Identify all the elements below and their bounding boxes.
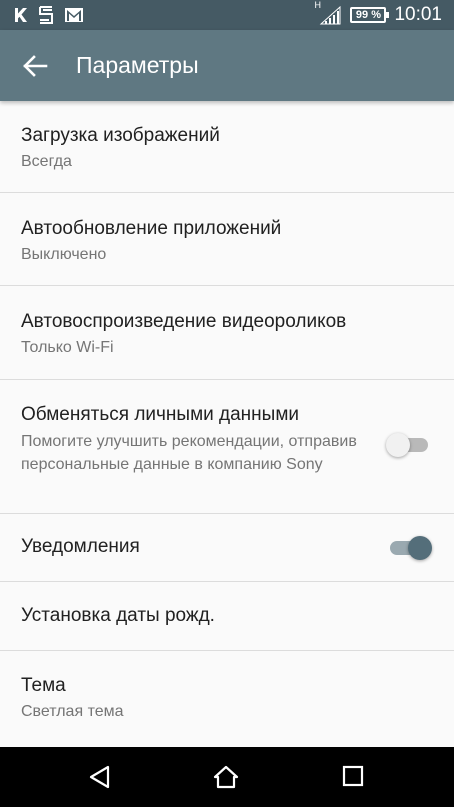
recents-icon[interactable]: [342, 765, 364, 787]
toggle-thumb: [386, 433, 410, 457]
home-icon[interactable]: [213, 765, 239, 789]
setting-subtitle: Выключено: [21, 246, 107, 263]
gmail-icon: [65, 8, 83, 22]
s-notification-icon: [39, 6, 53, 24]
status-bar: H 99 % 10:01: [0, 0, 454, 30]
setting-title: Загрузка изображений: [21, 125, 220, 146]
setting-auto-update[interactable]: Автообновление приложений Выключено: [0, 193, 454, 286]
setting-subtitle: Помогите улучшить рекомендации, отправив…: [21, 433, 357, 473]
setting-autoplay-video[interactable]: Автовоспроизведение видеороликов Только …: [0, 286, 454, 380]
toggle-thumb: [408, 536, 432, 560]
app-bar: Параметры: [0, 30, 454, 101]
status-indicators: H 99 % 10:01: [314, 0, 442, 26]
clock: 10:01: [394, 4, 442, 25]
settings-list: Загрузка изображений Всегда Автообновлен…: [0, 101, 454, 747]
setting-title: Автовоспроизведение видеороликов: [21, 311, 347, 332]
battery-icon: 99 %: [350, 7, 390, 23]
setting-title: Обменяться личными данными: [21, 404, 299, 425]
setting-title: Уведомления: [21, 536, 140, 557]
notifications-toggle[interactable]: [390, 536, 432, 560]
notification-icons: [14, 6, 84, 24]
setting-subtitle: Всегда: [21, 153, 72, 170]
setting-notifications[interactable]: Уведомления: [0, 514, 454, 582]
setting-share-data[interactable]: Обменяться личными данными Помогите улуч…: [0, 380, 454, 514]
page-title: Параметры: [76, 52, 199, 78]
setting-title: Автообновление приложений: [21, 218, 282, 239]
setting-title: Тема: [21, 675, 66, 696]
setting-subtitle: Светлая тема: [21, 703, 124, 720]
setting-birth-date[interactable]: Установка даты рожд.: [0, 582, 454, 651]
back-triangle-icon[interactable]: [88, 765, 112, 789]
k-notification-icon: [15, 8, 27, 22]
back-arrow-icon[interactable]: [22, 54, 48, 78]
setting-image-loading[interactable]: Загрузка изображений Всегда: [0, 101, 454, 193]
share-data-toggle[interactable]: [386, 433, 428, 457]
setting-subtitle: Только Wi-Fi: [21, 339, 114, 356]
navigation-bar: [0, 747, 454, 807]
setting-title: Установка даты рожд.: [21, 605, 215, 626]
signal-icon: H: [314, 0, 342, 26]
battery-level: 99 %: [355, 9, 381, 21]
setting-theme[interactable]: Тема Светлая тема: [0, 651, 454, 747]
